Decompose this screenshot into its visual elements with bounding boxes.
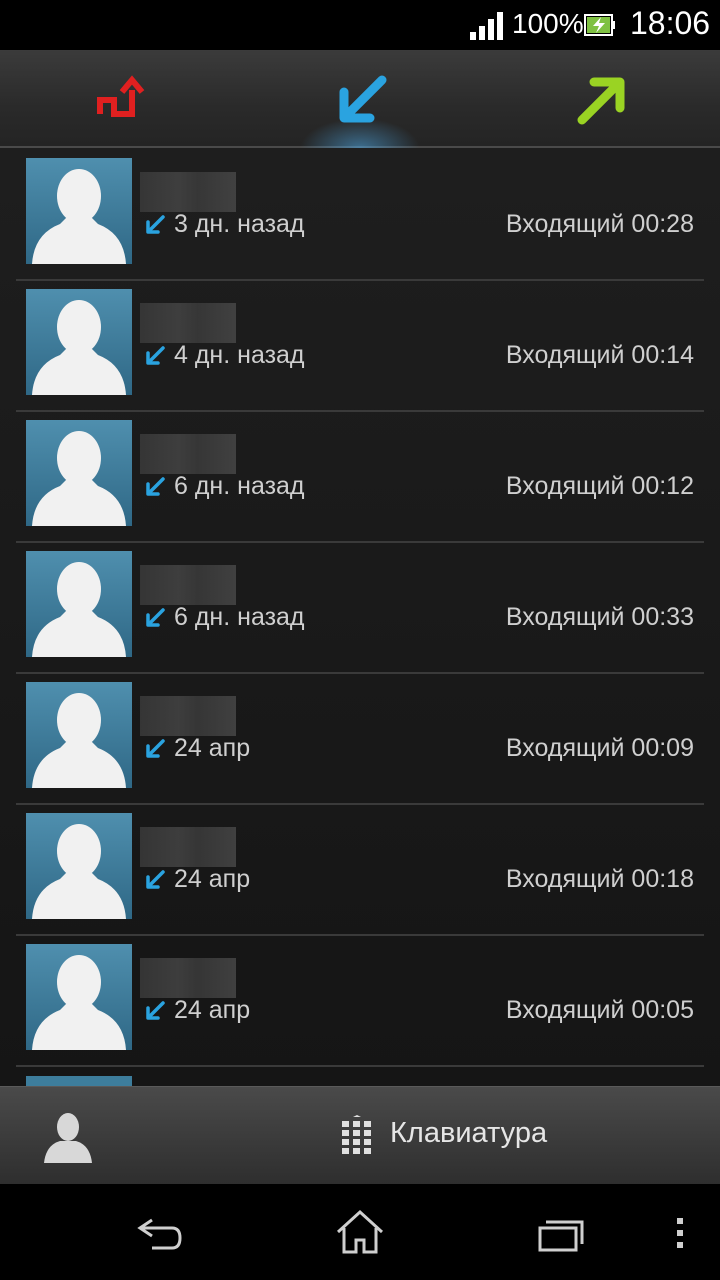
call-log-row[interactable]: 24 апр Входящий 00:18 — [16, 805, 704, 936]
keypad-button[interactable]: Клавиатура — [330, 1107, 590, 1167]
call-type-duration: Входящий 00:18 — [505, 865, 694, 893]
contact-avatar[interactable] — [26, 158, 132, 264]
redacted-contact-name — [140, 827, 236, 867]
contact-avatar[interactable] — [26, 289, 132, 395]
overflow-menu-icon — [677, 1218, 683, 1248]
call-log-tabs — [0, 50, 720, 148]
call-time-ago: 4 дн. назад — [174, 341, 305, 369]
call-time-ago: 24 апр — [174, 734, 251, 762]
call-time-ago: 24 апр — [174, 996, 251, 1024]
redacted-contact-name — [140, 172, 236, 212]
call-log-row[interactable]: 24 апр Входящий 00:05 — [16, 936, 704, 1067]
menu-button[interactable] — [650, 1206, 710, 1258]
redacted-contact-name — [140, 958, 236, 998]
redacted-contact-name — [140, 434, 236, 474]
call-log-row[interactable]: 6 дн. назад Входящий 00:33 — [16, 543, 704, 674]
recent-apps-icon — [538, 1220, 584, 1252]
call-time-ago: 6 дн. назад — [174, 472, 305, 500]
incoming-call-arrow-icon — [339, 75, 387, 123]
call-type-duration: Входящий 00:09 — [505, 734, 694, 762]
missed-call-arrow-icon — [97, 75, 145, 117]
dialpad-icon — [342, 1115, 371, 1154]
call-type-duration: Входящий 00:28 — [505, 210, 694, 238]
call-log-row[interactable]: 6 дн. назад Входящий 00:12 — [16, 412, 704, 543]
call-list: 3 дн. назад Входящий 00:28 4 дн. назад Вход… — [0, 148, 720, 1086]
action-bar: Клавиатура — [0, 1086, 720, 1185]
contact-avatar[interactable] — [26, 944, 132, 1050]
redacted-contact-name — [140, 565, 236, 605]
recent-apps-button[interactable] — [530, 1206, 590, 1258]
tab-incoming-calls[interactable] — [240, 50, 480, 148]
clock: 18:06 — [630, 5, 711, 41]
redacted-contact-name — [140, 696, 236, 736]
incoming-call-icon — [144, 214, 166, 236]
call-type-duration: Входящий 00:33 — [505, 603, 694, 631]
back-icon — [137, 1218, 182, 1250]
redacted-contact-name — [140, 303, 236, 343]
call-time-ago: 6 дн. назад — [174, 603, 305, 631]
incoming-call-icon — [144, 476, 166, 498]
call-log-row[interactable]: 4 дн. назад Входящий 00:14 — [16, 281, 704, 412]
navigation-bar — [0, 1184, 720, 1280]
battery-percent: 100% — [512, 8, 584, 39]
contact-avatar[interactable] — [26, 551, 132, 657]
home-button[interactable] — [330, 1206, 390, 1258]
call-type-duration: Входящий 00:05 — [505, 996, 694, 1024]
home-icon — [336, 1209, 384, 1254]
outgoing-call-arrow-icon — [577, 77, 625, 125]
incoming-call-icon — [144, 607, 166, 629]
call-type-duration: Входящий 00:12 — [505, 472, 694, 500]
battery-charging-icon — [584, 14, 615, 36]
incoming-call-icon — [144, 345, 166, 367]
contacts-person-icon[interactable] — [30, 1107, 106, 1167]
contact-avatar[interactable] — [26, 682, 132, 788]
call-type-duration: Входящий 00:14 — [505, 341, 694, 369]
incoming-call-icon — [144, 869, 166, 891]
signal-icon — [470, 12, 503, 40]
keypad-label: Клавиатура — [390, 1117, 548, 1149]
contact-avatar[interactable] — [26, 420, 132, 526]
call-log-row[interactable]: 3 дн. назад Входящий 00:28 — [16, 150, 704, 281]
tab-outgoing-calls[interactable] — [480, 50, 720, 146]
contact-avatar[interactable] — [26, 813, 132, 919]
call-time-ago: 3 дн. назад — [174, 210, 305, 238]
call-log-row[interactable]: 24 апр Входящий 00:09 — [16, 674, 704, 805]
incoming-call-icon — [144, 738, 166, 760]
tab-missed-calls[interactable] — [0, 50, 240, 146]
call-time-ago: 24 апр — [174, 865, 251, 893]
status-bar: 100% 18:06 — [0, 0, 720, 50]
back-button[interactable] — [130, 1206, 190, 1258]
incoming-call-icon — [144, 1000, 166, 1022]
